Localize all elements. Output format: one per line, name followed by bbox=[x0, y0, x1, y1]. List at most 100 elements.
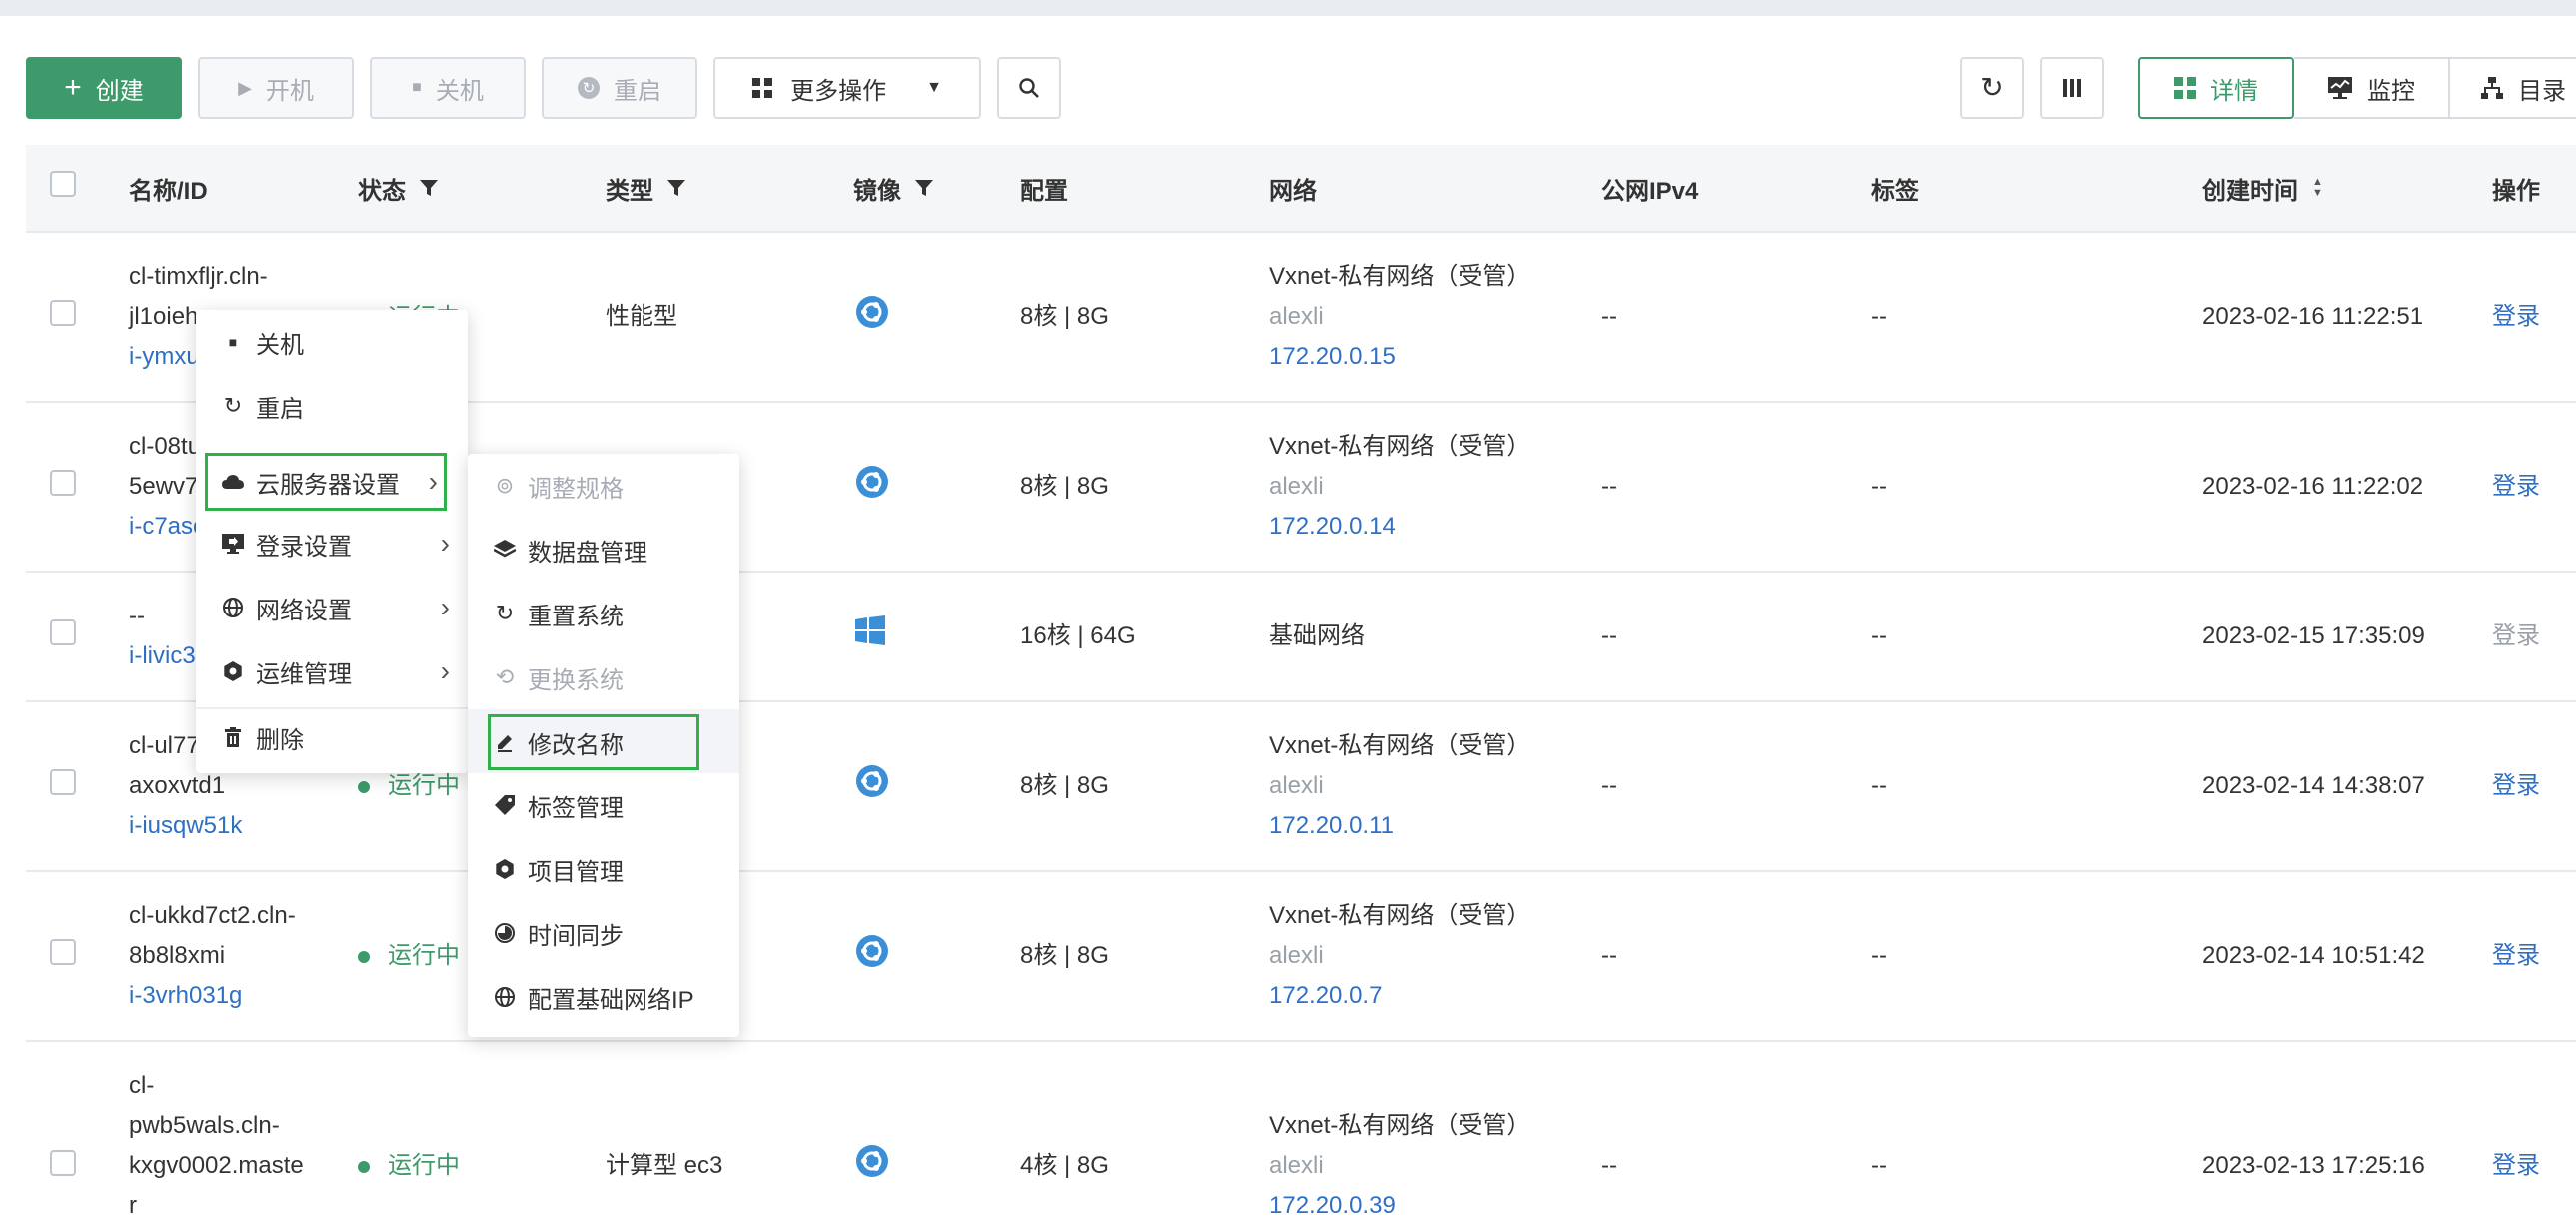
grid-icon bbox=[752, 78, 773, 98]
gear-icon bbox=[222, 661, 244, 681]
config-text: 16核 | 64G bbox=[1020, 622, 1136, 649]
column-ops: 操作 bbox=[2492, 177, 2540, 205]
network-info: Vxnet-私有网络（受管） alexli 172.20.0.7 bbox=[1269, 896, 1530, 1016]
login-link[interactable]: 登录 bbox=[2492, 766, 2540, 806]
ip-link[interactable]: 172.20.0.15 bbox=[1269, 337, 1530, 377]
public-ip-text: -- bbox=[1601, 1152, 1617, 1179]
resize-icon: ⊚ bbox=[495, 473, 515, 498]
ip-link[interactable]: 172.20.0.7 bbox=[1269, 976, 1530, 1016]
submenu-item-resize[interactable]: ⊚ 调整规格 bbox=[468, 454, 739, 518]
ubuntu-icon bbox=[855, 934, 889, 975]
menu-item-delete[interactable]: 删除 bbox=[196, 705, 468, 769]
swap-icon: ⟲ bbox=[495, 664, 515, 689]
network-info: Vxnet-私有网络（受管） alexli 172.20.0.11 bbox=[1269, 726, 1530, 846]
create-button[interactable]: + 创建 bbox=[26, 57, 182, 119]
cloud-icon bbox=[222, 474, 244, 490]
menu-item-ops-management[interactable]: 运维管理 › bbox=[196, 639, 468, 703]
filter-icon[interactable] bbox=[420, 179, 438, 197]
config-text: 4核 | 8G bbox=[1020, 1152, 1109, 1179]
menu-item-shutdown[interactable]: ■ 关机 bbox=[196, 310, 468, 374]
sitemap-icon bbox=[2480, 76, 2504, 100]
sort-icon[interactable]: ▲ ▼ bbox=[2312, 177, 2323, 199]
status-text: 运行中 bbox=[358, 1146, 460, 1186]
submenu-item-project-management[interactable]: 项目管理 bbox=[468, 837, 739, 901]
ip-link[interactable]: 172.20.0.14 bbox=[1269, 507, 1530, 547]
submenu-item-tag-management[interactable]: 标签管理 bbox=[468, 773, 739, 837]
column-network: 网络 bbox=[1269, 177, 1317, 205]
chevron-right-icon: › bbox=[440, 528, 450, 559]
menu-item-cloud-settings[interactable]: 云服务器设置 › bbox=[205, 453, 447, 511]
table-row[interactable]: cl-ukkd7ct2.cln- 8b8l8xmi i-3vrh031g 运行中… bbox=[26, 870, 2576, 1042]
public-ip-text: -- bbox=[1601, 473, 1617, 500]
column-config: 配置 bbox=[1020, 177, 1068, 205]
created-time: 2023-02-16 11:22:02 bbox=[2202, 473, 2424, 500]
filter-icon[interactable] bbox=[667, 179, 685, 197]
refresh-button[interactable]: ↻ bbox=[1960, 57, 2024, 119]
ip-link[interactable]: 172.20.0.39 bbox=[1269, 1186, 1530, 1226]
row-checkbox[interactable] bbox=[50, 939, 76, 965]
login-link[interactable]: 登录 bbox=[2492, 936, 2540, 976]
column-status: 状态 bbox=[358, 145, 438, 231]
menu-item-login-settings[interactable]: 登录设置 › bbox=[196, 512, 468, 576]
tags-text: -- bbox=[1871, 622, 1887, 649]
select-all-checkbox[interactable] bbox=[50, 171, 76, 197]
submenu-item-config-base-ip[interactable]: 配置基础网络IP bbox=[468, 965, 739, 1029]
status-dot bbox=[358, 1160, 370, 1173]
public-ip-text: -- bbox=[1601, 942, 1617, 969]
grid-icon bbox=[2174, 77, 2196, 99]
submenu-item-rename[interactable]: 修改名称 bbox=[488, 714, 699, 770]
row-checkbox[interactable] bbox=[50, 1150, 76, 1176]
refresh-icon: ↻ bbox=[1980, 72, 2004, 103]
login-link[interactable]: 登录 bbox=[2492, 297, 2540, 337]
chevron-right-icon: › bbox=[440, 655, 450, 686]
stop-icon: ■ bbox=[412, 79, 422, 96]
ip-link[interactable]: 172.20.0.11 bbox=[1269, 806, 1530, 846]
instance-id-link[interactable]: i-livic3 bbox=[129, 636, 196, 676]
restart-button[interactable]: ↻ 重启 bbox=[542, 57, 697, 119]
column-name-id: 名称/ID bbox=[129, 177, 208, 205]
instance-id-link[interactable]: i-3vrh031g bbox=[129, 976, 296, 1016]
instance-name: cl-ukkd7ct2.cln- 8b8l8xmi i-3vrh031g bbox=[129, 896, 296, 1016]
reset-icon: ↻ bbox=[495, 601, 515, 625]
submenu-item-disk-management[interactable]: 数据盘管理 bbox=[468, 518, 739, 582]
login-link[interactable]: 登录 bbox=[2492, 1146, 2540, 1186]
power-on-button[interactable]: ▶ 开机 bbox=[198, 57, 354, 119]
instance-id-link[interactable]: i-iusqw51k bbox=[129, 806, 242, 846]
row-checkbox[interactable] bbox=[50, 470, 76, 496]
search-button[interactable] bbox=[997, 57, 1061, 119]
menu-item-restart[interactable]: ↻ 重启 bbox=[196, 374, 468, 438]
filter-icon[interactable] bbox=[915, 179, 933, 197]
login-monitor-icon bbox=[222, 534, 244, 554]
row-checkbox[interactable] bbox=[50, 619, 76, 645]
columns-icon bbox=[2062, 78, 2082, 98]
context-menu: ■ 关机 ↻ 重启 云服务器设置 › 登录设置 › 网络设置 › 运维管理 › bbox=[196, 310, 468, 773]
row-checkbox[interactable] bbox=[50, 300, 76, 326]
instance-id-link[interactable]: i-c7asc bbox=[129, 507, 205, 547]
cloud-settings-submenu: ⊚ 调整规格 数据盘管理 ↻ 重置系统 ⟲ 更换系统 修改名称 标签管理 项目管… bbox=[468, 454, 739, 1037]
view-monitor-tab[interactable]: 监控 bbox=[2294, 57, 2450, 119]
config-text: 8核 | 8G bbox=[1020, 303, 1109, 330]
login-link[interactable]: 登录 bbox=[2492, 467, 2540, 507]
gear-icon bbox=[494, 859, 516, 879]
shutdown-button[interactable]: ■ 关机 bbox=[370, 57, 526, 119]
globe-icon bbox=[222, 598, 244, 617]
login-link-disabled[interactable]: 登录 bbox=[2492, 616, 2540, 656]
column-image: 镜像 bbox=[853, 145, 933, 231]
column-settings-button[interactable] bbox=[2040, 57, 2104, 119]
row-checkbox[interactable] bbox=[50, 769, 76, 795]
menu-item-network-settings[interactable]: 网络设置 › bbox=[196, 576, 468, 639]
table-row[interactable]: cl- pwb5wals.cln- kxgv0002.maste r 运行中 计… bbox=[26, 1040, 2576, 1219]
created-time: 2023-02-14 14:38:07 bbox=[2202, 772, 2425, 799]
ubuntu-icon bbox=[855, 1144, 889, 1185]
view-detail-tab[interactable]: 详情 bbox=[2138, 57, 2294, 119]
submenu-item-change-system[interactable]: ⟲ 更换系统 bbox=[468, 645, 739, 709]
more-actions-dropdown[interactable]: 更多操作 ▼ bbox=[713, 57, 981, 119]
submenu-item-time-sync[interactable]: 时间同步 bbox=[468, 901, 739, 965]
network-info: Vxnet-私有网络（受管） alexli 172.20.0.39 bbox=[1269, 1106, 1530, 1226]
chevron-right-icon: › bbox=[440, 592, 450, 622]
submenu-item-reset-system[interactable]: ↻ 重置系统 bbox=[468, 582, 739, 645]
instance-name: cl-08tu 5ewv7 i-c7asc bbox=[129, 427, 205, 547]
view-catalog-tab[interactable]: 目录 bbox=[2450, 57, 2576, 119]
ubuntu-icon bbox=[855, 465, 889, 506]
status-dot bbox=[358, 780, 370, 793]
